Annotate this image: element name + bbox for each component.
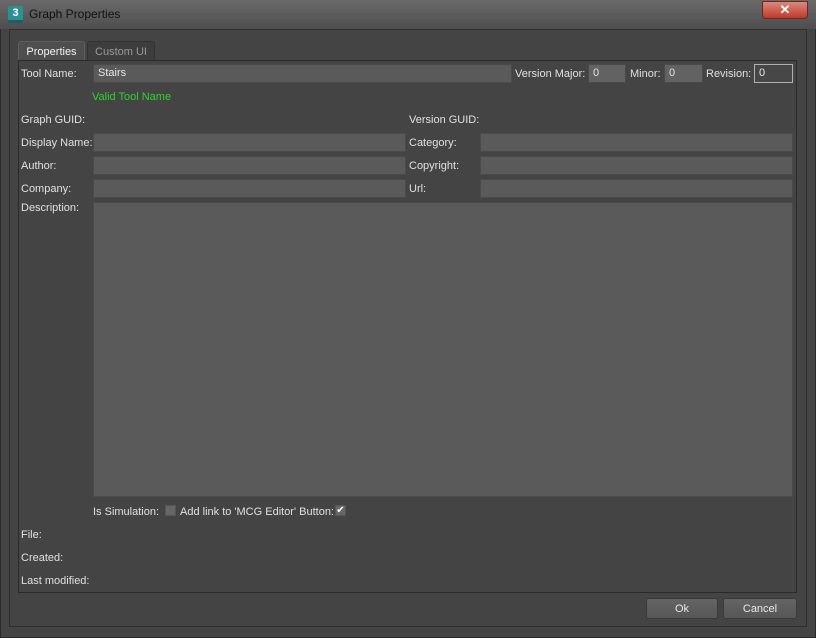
company-input[interactable] bbox=[93, 179, 406, 198]
description-label: Description: bbox=[21, 202, 80, 214]
close-icon: ✕ bbox=[779, 2, 791, 17]
window-title: Graph Properties bbox=[29, 7, 121, 21]
is-simulation-checkbox[interactable] bbox=[165, 505, 176, 516]
title-bar[interactable]: 3 Graph Properties ✕ bbox=[0, 0, 816, 29]
created-label: Created: bbox=[21, 552, 64, 564]
display-name-input[interactable] bbox=[93, 133, 406, 152]
add-link-label: Add link to 'MCG Editor' Button: bbox=[180, 506, 334, 518]
author-label: Author: bbox=[21, 160, 57, 172]
ok-button[interactable]: Ok bbox=[646, 598, 718, 619]
tool-name-validation: Valid Tool Name bbox=[92, 91, 172, 103]
author-input[interactable] bbox=[93, 156, 406, 175]
cancel-button[interactable]: Cancel bbox=[723, 598, 797, 619]
revision-label: Revision: bbox=[706, 68, 752, 80]
url-input[interactable] bbox=[480, 179, 793, 198]
last-modified-label: Last modified: bbox=[21, 575, 90, 587]
category-input[interactable] bbox=[480, 133, 793, 152]
file-label: File: bbox=[21, 529, 42, 541]
graph-guid-label: Graph GUID: bbox=[21, 114, 86, 126]
tab-properties[interactable]: Properties bbox=[18, 41, 85, 61]
version-major-input[interactable]: 0 bbox=[588, 64, 626, 83]
add-link-checkbox[interactable]: ✔ bbox=[335, 505, 346, 516]
revision-input[interactable]: 0 bbox=[754, 64, 793, 83]
tool-name-label: Tool Name: bbox=[21, 68, 77, 80]
category-label: Category: bbox=[409, 137, 457, 149]
tab-custom-ui[interactable]: Custom UI bbox=[87, 41, 155, 61]
version-major-label: Version Major: bbox=[515, 68, 586, 80]
version-guid-label: Version GUID: bbox=[409, 114, 480, 126]
minor-label: Minor: bbox=[630, 68, 661, 80]
copyright-input[interactable] bbox=[480, 156, 793, 175]
minor-input[interactable]: 0 bbox=[664, 64, 703, 83]
checkmark-icon: ✔ bbox=[336, 505, 345, 516]
close-button[interactable]: ✕ bbox=[762, 1, 808, 19]
company-label: Company: bbox=[21, 183, 72, 195]
is-simulation-label: Is Simulation: bbox=[93, 506, 160, 518]
copyright-label: Copyright: bbox=[409, 160, 460, 172]
display-name-label: Display Name: bbox=[21, 137, 93, 149]
url-label: Url: bbox=[409, 183, 427, 195]
app-icon: 3 bbox=[8, 6, 23, 23]
tool-name-input[interactable]: Stairs bbox=[93, 64, 512, 83]
description-textarea[interactable] bbox=[93, 202, 793, 497]
